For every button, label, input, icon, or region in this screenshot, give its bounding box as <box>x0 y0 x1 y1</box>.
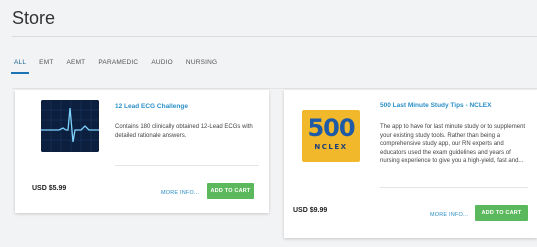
more-info-link[interactable]: MORE INFO... <box>161 190 199 196</box>
content-divider <box>12 88 537 89</box>
tab-emt[interactable]: EMT <box>39 58 53 68</box>
product-card-ecg: 12 Lead ECG Challenge Contains 180 clini… <box>15 90 269 213</box>
store-header: Store ALL EMT AEMT PARAMEDIC AUDIO NURSI… <box>0 0 537 88</box>
product-description: Contains 180 clinically obtained 12-Lead… <box>115 124 253 139</box>
card-divider <box>115 165 259 166</box>
page-title: Store <box>12 8 56 28</box>
category-tabs: ALL EMT AEMT PARAMEDIC AUDIO NURSING <box>10 58 230 74</box>
icon-number: 500 <box>307 114 355 142</box>
tab-aemt[interactable]: AEMT <box>67 58 86 68</box>
icon-label: NCLEX <box>314 143 348 151</box>
nclex-500-icon[interactable]: 500 NCLEX <box>302 110 360 162</box>
add-to-cart-button[interactable]: ADD TO CART <box>475 205 528 221</box>
more-info-link[interactable]: MORE INFO... <box>430 212 468 218</box>
tab-nursing[interactable]: NURSING <box>186 58 217 68</box>
ecg-waveform-icon[interactable] <box>41 100 99 152</box>
product-title[interactable]: 12 Lead ECG Challenge <box>115 103 188 110</box>
card-divider <box>380 187 528 188</box>
tab-audio[interactable]: AUDIO <box>151 58 173 68</box>
product-card-nclex: 500 NCLEX 500 Last Minute Study Tips - N… <box>284 90 537 238</box>
tab-all[interactable]: ALL <box>10 58 30 74</box>
product-description: The app to have for last minute study or… <box>380 124 526 164</box>
product-price: USD $5.99 <box>32 185 67 192</box>
header-divider <box>12 36 537 37</box>
add-to-cart-button[interactable]: ADD TO CART <box>207 183 254 199</box>
tab-paramedic[interactable]: PARAMEDIC <box>98 58 138 68</box>
product-title[interactable]: 500 Last Minute Study Tips - NCLEX <box>380 102 491 109</box>
product-price: USD $9.99 <box>293 207 328 214</box>
